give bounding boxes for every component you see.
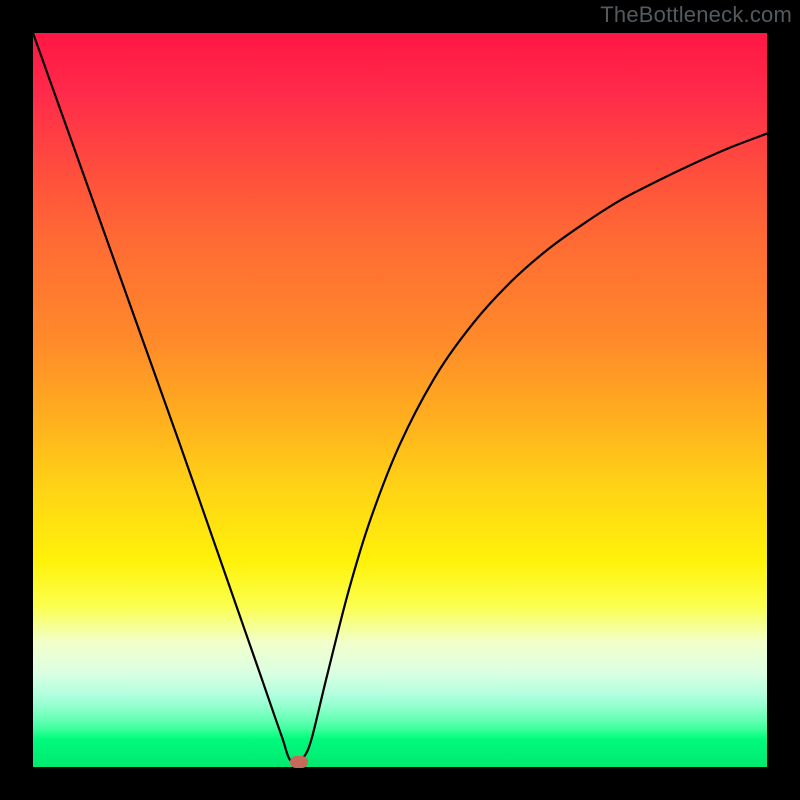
minimum-marker-dot [290, 756, 308, 768]
bottleneck-curve [33, 33, 767, 767]
watermark-text: TheBottleneck.com [600, 2, 792, 28]
